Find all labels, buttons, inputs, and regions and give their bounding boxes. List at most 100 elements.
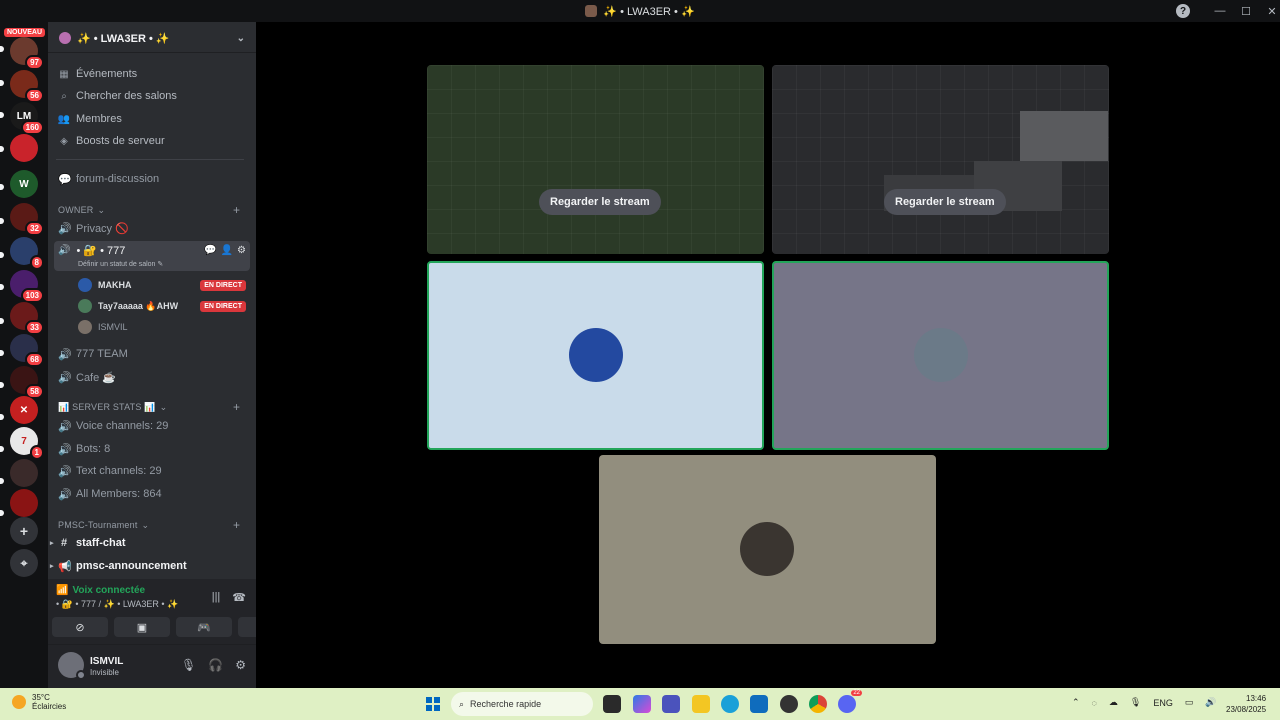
server-icon[interactable]: LM 160 [10,102,44,135]
chevron-up-icon[interactable]: ⌃ [1072,697,1080,708]
channel-stat[interactable]: 🔊 Voice channels: 29 [58,417,168,435]
set-channel-status[interactable]: Définir un statut de salon ✎ [78,260,163,268]
channel-privacy[interactable]: 🔊 Privacy 🚫 [58,219,129,237]
watch-stream-button[interactable]: Regarder le stream [539,189,661,215]
server-icon[interactable] [10,459,38,487]
task-view-icon[interactable] [603,695,621,713]
gear-icon[interactable]: ⚙ [235,658,246,672]
explore-icon[interactable]: ⌖ [10,549,38,577]
file-explorer-icon[interactable] [692,695,710,713]
username[interactable]: ISMVIL [90,656,123,667]
nav-label: Événements [76,68,138,80]
channel-label: Bots: 8 [76,443,111,455]
category-label: PMSC-Tournament [58,520,138,530]
voice-channel-name[interactable]: • 🔐 • 777 / ✨ • LWA3ER • ✨ [56,599,178,610]
voice-member[interactable]: MAKHA EN DIRECT [78,276,246,294]
channel-stat[interactable]: 🔊 Bots: 8 [58,440,110,458]
server-icon[interactable]: 33 [10,302,44,335]
mention-badge: 1 [29,445,44,460]
server-icon[interactable]: 56 [10,70,44,103]
network-icon[interactable]: ▭ [1185,697,1194,708]
gear-icon[interactable]: ⚙ [237,245,246,256]
add-channel-icon[interactable]: + [233,518,240,532]
copilot-icon[interactable] [633,695,651,713]
system-tray: ⌃ ◌ ☁ 🎙 ENG ▭ 🔊 [1072,697,1217,708]
watch-stream-button[interactable]: Regarder le stream [884,189,1006,215]
nav-browse-channels[interactable]: ⌕ Chercher des salons [58,87,177,105]
invite-icon[interactable]: 👤 [221,245,233,256]
clock[interactable]: 13:46 23/08/2025 [1226,693,1266,715]
channel-pmsc-announcement[interactable]: ▸ 📢 pmsc-announcement [50,557,187,575]
server-icon[interactable]: 97 [10,37,44,70]
chat-icon[interactable]: 💬 [204,245,216,256]
nav-members[interactable]: 👥 Membres [58,110,122,128]
category-owner[interactable]: OWNER ⌄ + [58,203,240,217]
microphone-icon[interactable]: 🎙 [181,658,196,672]
taskbar-search[interactable]: ⌕ Recherche rapide [451,692,593,716]
mention-badge: 56 [25,88,44,103]
camera-tile[interactable] [427,261,764,450]
camera-tile[interactable] [772,261,1109,450]
voice-status[interactable]: 📶 Voix connectée [56,585,145,596]
cloud-icon[interactable]: ☁ [1109,697,1118,708]
camera-off-button[interactable]: ⊘ [52,617,108,637]
weather-widget[interactable]: 35°C Éclaircies [12,693,66,711]
nav-events[interactable]: ▦ Événements [58,65,137,83]
app-icon[interactable] [780,695,798,713]
windows-start-icon[interactable] [426,697,440,711]
camera-tile[interactable] [599,455,936,644]
server-header[interactable]: ✨ • LWA3ER • ✨ ⌄ [53,28,251,48]
add-channel-icon[interactable]: + [233,203,240,217]
server-icon[interactable]: 8 [10,237,44,270]
share-screen-button[interactable]: ▣ [114,617,170,637]
category-pmsc-tournament[interactable]: PMSC-Tournament ⌄ + [58,518,240,532]
discord-icon[interactable]: 22 [838,690,862,713]
voice-member[interactable]: ISMVIL [78,318,246,336]
edge-icon[interactable] [721,695,739,713]
microphone-icon[interactable]: 🎙 [1130,697,1141,708]
language-indicator[interactable]: ENG [1153,698,1173,708]
channel-777-active[interactable]: 🔊 • 🔐 • 777 Définir un statut de salon ✎… [54,241,250,271]
server-icon[interactable] [10,489,38,517]
unread-pip [0,80,4,86]
nav-server-boosts[interactable]: ◈ Boosts de serveur [58,132,165,150]
server-icon[interactable]: 71 [10,427,44,460]
add-channel-icon[interactable]: + [233,400,240,414]
stream-tile[interactable]: Regarder le stream [427,65,764,254]
channel-stat[interactable]: 🔊 All Members: 864 [58,485,162,503]
server-icon[interactable]: 58 [10,366,44,399]
server-icon[interactable]: W [10,170,38,198]
channel-staff-chat[interactable]: ▸ # staff-chat [50,534,126,552]
store-icon[interactable] [750,695,768,713]
channel-forum-discussion[interactable]: 💬 forum-discussion [58,170,159,188]
channel-stat[interactable]: 🔊 Text channels: 29 [58,462,162,480]
maximize-button[interactable]: ☐ [1234,0,1258,22]
chrome-icon[interactable] [809,695,827,713]
server-icon[interactable]: 32 [10,203,44,236]
headphones-icon[interactable]: 🎧 [208,658,223,672]
channel-label: Text channels: 29 [76,465,162,477]
help-icon[interactable]: ? [1176,4,1190,18]
stream-preview [427,65,764,254]
stream-tile[interactable]: Regarder le stream [772,65,1109,254]
volume-icon[interactable]: 🔊 [1205,697,1216,708]
voice-member[interactable]: Tay7aaaaa 🔥AHW EN DIRECT [78,297,246,315]
camera-off-icon: ⊘ [75,621,85,634]
tray-app-icon[interactable]: ◌ [1092,698,1097,708]
category-server-stats[interactable]: 📊 SERVER STATS 📊 ⌄ + [58,400,240,414]
activities-button[interactable]: 🎮 [176,617,232,637]
add-server-icon[interactable]: + [10,517,38,545]
server-icon[interactable] [10,134,38,162]
disconnect-icon[interactable]: ☎ [232,591,246,604]
member-name: MAKHA [98,280,132,290]
server-icon[interactable]: 103 [10,270,44,303]
minimize-button[interactable]: — [1208,0,1232,22]
server-icon[interactable]: 68 [10,334,44,367]
channel-777-team[interactable]: 🔊 777 TEAM [58,345,128,363]
noise-suppression-icon[interactable]: ||| [212,591,221,604]
server-icon[interactable]: ✕ [10,396,38,424]
channel-cafe[interactable]: 🔊 Cafe ☕ [58,368,116,386]
teams-icon[interactable] [662,695,680,713]
avatar[interactable] [58,652,86,680]
close-button[interactable]: ✕ [1260,0,1280,22]
